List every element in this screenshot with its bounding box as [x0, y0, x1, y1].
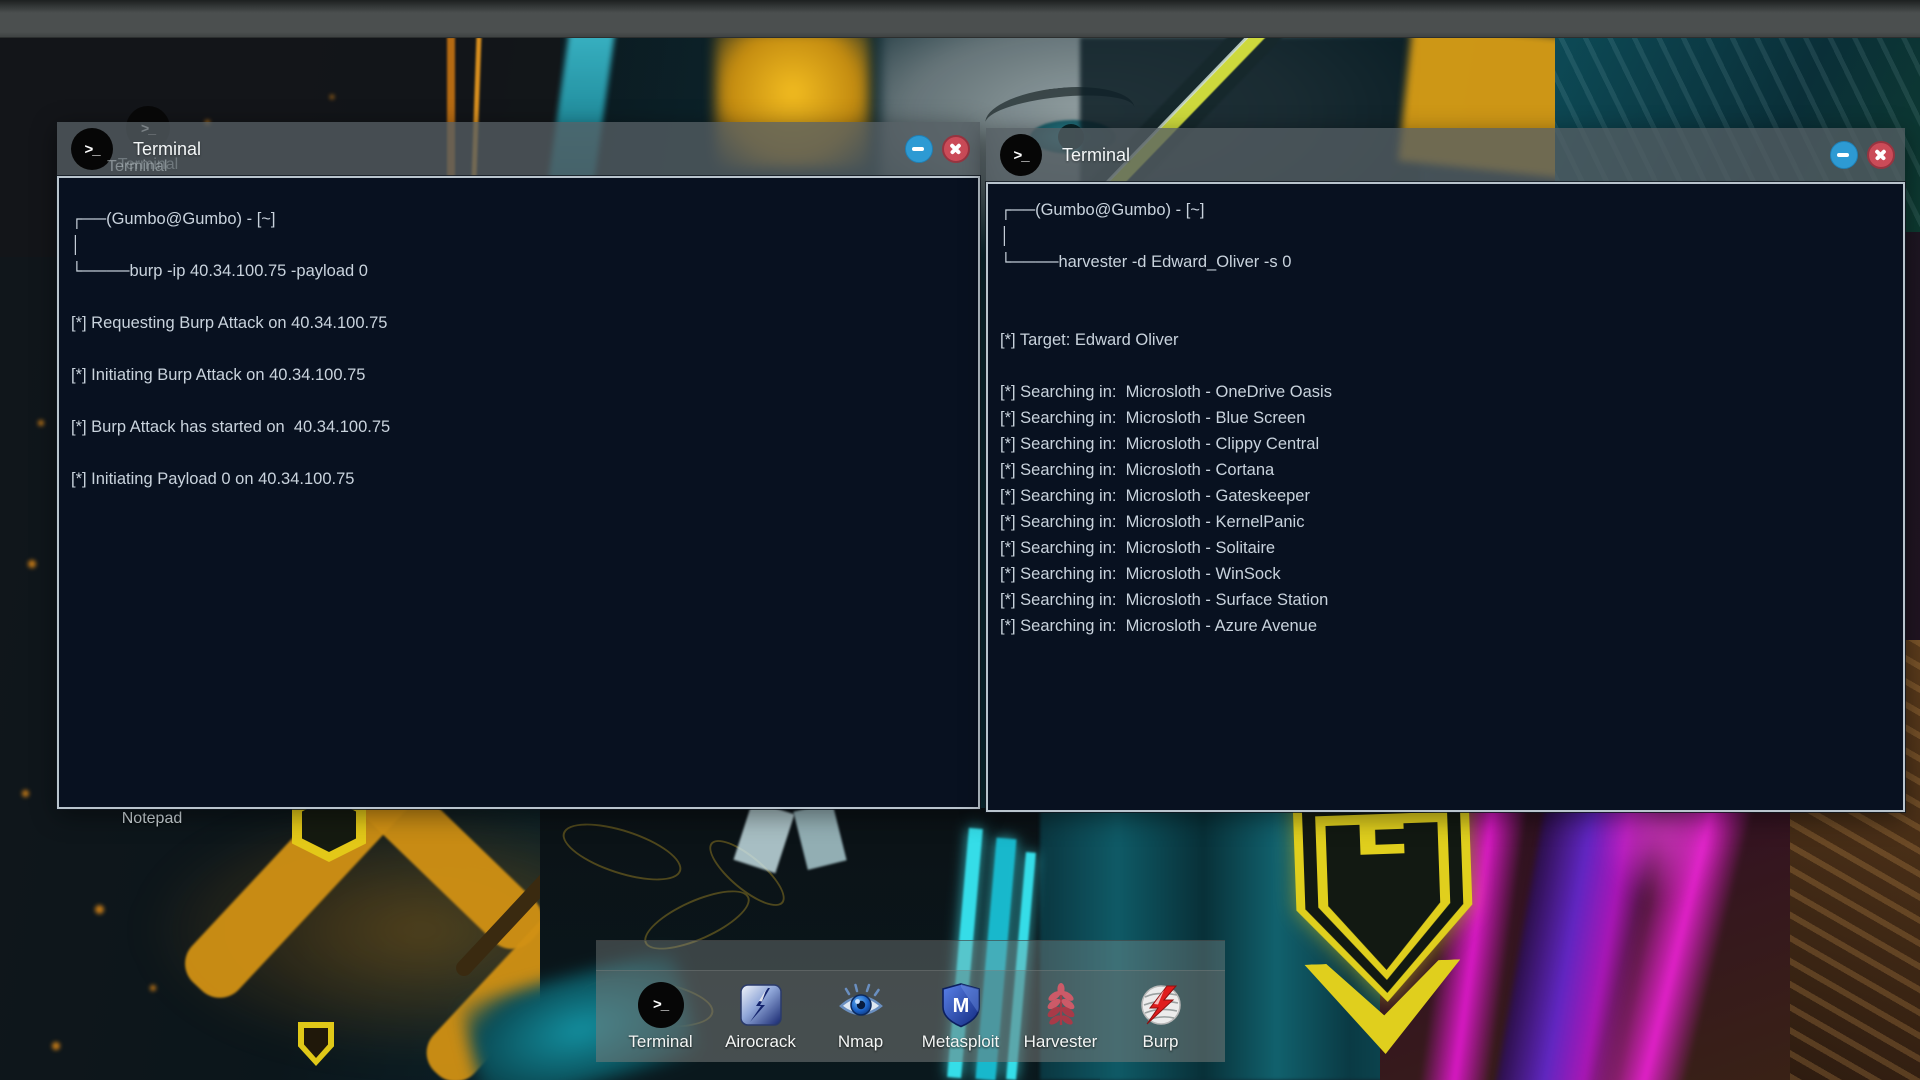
dock-item-burp[interactable]: Burp — [1111, 981, 1211, 1052]
dock-item-label: Metasploit — [922, 1032, 999, 1052]
dock-item-label: Nmap — [838, 1032, 883, 1052]
terminal-line: │ — [71, 232, 964, 258]
wallpaper-bokeh-dot — [330, 95, 334, 99]
wallpaper-bokeh-dot — [38, 420, 44, 426]
terminal-line — [1000, 275, 1889, 301]
terminal-line: [*] Searching in: Microsloth - KernelPan… — [1000, 509, 1889, 535]
terminal-line — [1000, 353, 1889, 379]
terminal-icon: >_ — [637, 981, 685, 1029]
terminal-line: [*] Searching in: Microsloth - OneDrive … — [1000, 379, 1889, 405]
harvester-icon — [1037, 981, 1085, 1029]
desktop-icon-label: Notepad — [122, 810, 183, 828]
terminal-window-left: >_ Terminal Terminal ┌──(Gumbo@Gumbo) - … — [57, 122, 980, 809]
wallpaper-bokeh-dot — [95, 905, 104, 914]
window-titlebar[interactable]: >_ Terminal — [986, 128, 1905, 182]
terminal-line — [71, 336, 964, 362]
terminal-line: [*] Requesting Burp Attack on 40.34.100.… — [71, 310, 964, 336]
terminal-line: [*] Searching in: Microsloth - Solitaire — [1000, 535, 1889, 561]
dock: >_ Terminal Airocrack — [596, 970, 1225, 1062]
terminal-window-right: >_ Terminal ┌──(Gumbo@Gumbo) - [~]│└────… — [986, 128, 1905, 812]
dock-item-harvester[interactable]: Harvester — [1011, 981, 1111, 1052]
terminal-output[interactable]: ┌──(Gumbo@Gumbo) - [~]│└────burp -ip 40.… — [57, 176, 980, 809]
terminal-line — [71, 388, 964, 414]
window-title: Terminal — [133, 139, 201, 160]
terminal-line: [*] Searching in: Microsloth - Surface S… — [1000, 587, 1889, 613]
dock-item-metasploit[interactable]: M Metasploit — [911, 981, 1011, 1052]
window-controls — [905, 135, 970, 163]
terminal-line: [*] Initiating Burp Attack on 40.34.100.… — [71, 362, 964, 388]
window-titlebar[interactable]: >_ Terminal — [57, 122, 980, 176]
nmap-icon — [837, 981, 885, 1029]
terminal-line: [*] Searching in: Microsloth - Cortana — [1000, 457, 1889, 483]
metasploit-icon: M — [937, 981, 985, 1029]
terminal-line: [*] Searching in: Microsloth - Azure Ave… — [1000, 613, 1889, 639]
dock-item-label: Harvester — [1024, 1032, 1098, 1052]
terminal-line: ┌──(Gumbo@Gumbo) - [~] — [71, 206, 964, 232]
window-title: Terminal — [1062, 145, 1130, 166]
terminal-line: [*] Searching in: Microsloth - WinSock — [1000, 561, 1889, 587]
dock-item-label: Terminal — [628, 1032, 692, 1052]
terminal-icon: >_ — [1000, 134, 1042, 176]
terminal-line — [71, 284, 964, 310]
top-bar — [0, 0, 1920, 38]
terminal-output[interactable]: ┌──(Gumbo@Gumbo) - [~]│└────harvester -d… — [986, 182, 1905, 812]
dock-item-label: Burp — [1143, 1032, 1179, 1052]
minimize-button[interactable] — [905, 135, 933, 163]
svg-text:M: M — [952, 995, 969, 1017]
terminal-line: [*] Burp Attack has started on 40.34.100… — [71, 414, 964, 440]
dock-item-airocrack[interactable]: Airocrack — [711, 981, 811, 1052]
desktop-screen: >_ Terminal Notepad >_ Terminal Terminal… — [0, 0, 1920, 1080]
terminal-line: └────harvester -d Edward_Oliver -s 0 — [1000, 249, 1889, 275]
minimize-button[interactable] — [1830, 141, 1858, 169]
terminal-line — [1000, 301, 1889, 327]
wallpaper-bokeh-dot — [52, 1042, 60, 1050]
close-button[interactable] — [1867, 141, 1895, 169]
terminal-line: [*] Target: Edward Oliver — [1000, 327, 1889, 353]
close-button[interactable] — [942, 135, 970, 163]
dock-item-terminal[interactable]: >_ Terminal — [611, 981, 711, 1052]
terminal-line — [71, 440, 964, 466]
dock-item-nmap[interactable]: Nmap — [811, 981, 911, 1052]
dock-shelf — [596, 940, 1225, 971]
terminal-line: [*] Initiating Payload 0 on 40.34.100.75 — [71, 466, 964, 492]
dock-item-label: Airocrack — [725, 1032, 796, 1052]
wallpaper-bokeh-dot — [28, 560, 36, 568]
terminal-line: [*] Searching in: Microsloth - Gateskeep… — [1000, 483, 1889, 509]
terminal-icon: >_ — [71, 128, 113, 170]
terminal-line: │ — [1000, 223, 1889, 249]
window-controls — [1830, 141, 1895, 169]
burp-icon — [1137, 981, 1185, 1029]
terminal-line: └────burp -ip 40.34.100.75 -payload 0 — [71, 258, 964, 284]
terminal-line: [*] Searching in: Microsloth - Clippy Ce… — [1000, 431, 1889, 457]
terminal-line: [*] Searching in: Microsloth - Blue Scre… — [1000, 405, 1889, 431]
airocrack-icon — [737, 981, 785, 1029]
wallpaper-bokeh-dot — [22, 790, 29, 797]
terminal-line: ┌──(Gumbo@Gumbo) - [~] — [1000, 197, 1889, 223]
